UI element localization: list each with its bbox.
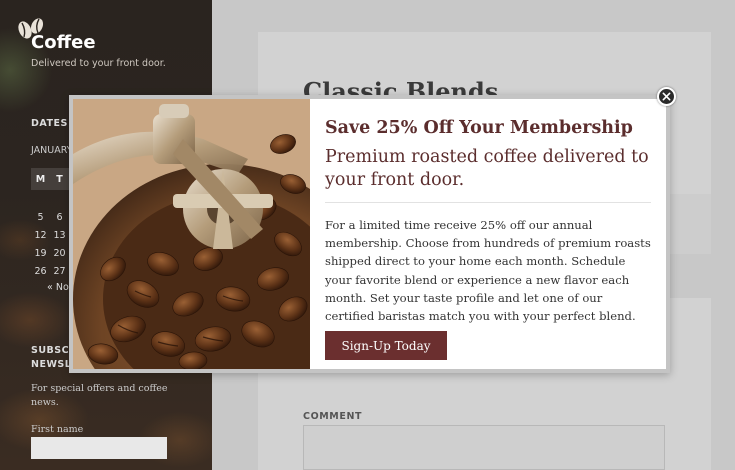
modal-divider	[325, 202, 651, 203]
modal-description: For a limited time receive 25% off our a…	[325, 218, 651, 324]
modal-close-button[interactable]	[657, 87, 676, 106]
modal-headline: Save 25% Off Your Membership	[325, 118, 633, 138]
close-icon	[662, 92, 671, 101]
coffee-grinder-image	[73, 99, 310, 369]
sign-up-button[interactable]: Sign-Up Today	[325, 331, 447, 360]
modal-subheadline: Premium roasted coffee delivered to your…	[325, 147, 649, 190]
membership-offer-modal: Save 25% Off Your Membership Premium roa…	[69, 95, 670, 373]
